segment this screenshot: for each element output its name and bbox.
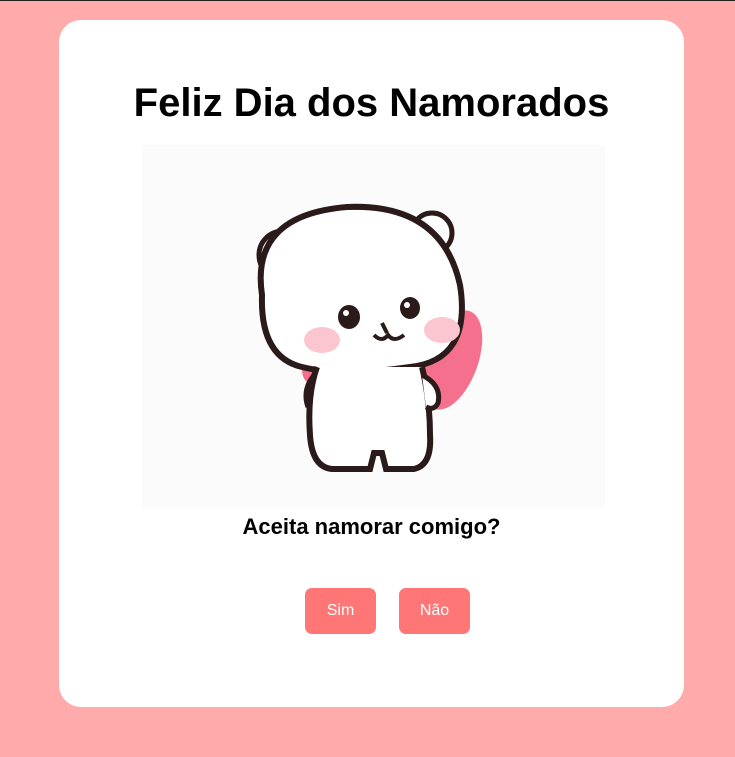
bear-image — [142, 145, 605, 508]
no-button[interactable]: Não — [399, 588, 470, 634]
valentine-card: Feliz Dia dos Namorados Aceita namorar c… — [59, 20, 684, 707]
top-border-line — [0, 0, 735, 1]
page-title: Feliz Dia dos Namorados — [133, 81, 610, 125]
question-text: Aceita namorar comigo? — [242, 514, 501, 539]
yes-button[interactable]: Sim — [305, 588, 376, 634]
bear-waving-icon — [256, 203, 483, 472]
